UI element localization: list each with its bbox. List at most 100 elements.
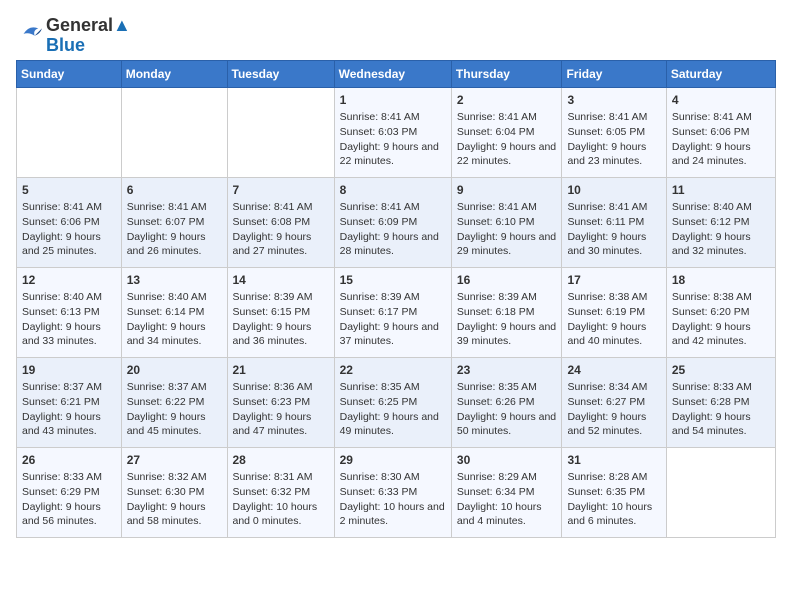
weekday-header: Monday xyxy=(121,60,227,87)
calendar-cell: 29Sunrise: 8:30 AM Sunset: 6:33 PM Dayli… xyxy=(334,447,451,537)
weekday-header: Sunday xyxy=(17,60,122,87)
calendar-week-row: 5Sunrise: 8:41 AM Sunset: 6:06 PM Daylig… xyxy=(17,177,776,267)
calendar-cell: 9Sunrise: 8:41 AM Sunset: 6:10 PM Daylig… xyxy=(451,177,562,267)
day-info: Sunrise: 8:29 AM Sunset: 6:34 PM Dayligh… xyxy=(457,470,557,529)
calendar-cell: 21Sunrise: 8:36 AM Sunset: 6:23 PM Dayli… xyxy=(227,357,334,447)
day-info: Sunrise: 8:41 AM Sunset: 6:06 PM Dayligh… xyxy=(22,200,116,259)
day-number: 1 xyxy=(340,92,446,109)
day-info: Sunrise: 8:38 AM Sunset: 6:19 PM Dayligh… xyxy=(567,290,660,349)
day-number: 24 xyxy=(567,362,660,379)
day-info: Sunrise: 8:41 AM Sunset: 6:10 PM Dayligh… xyxy=(457,200,557,259)
day-number: 22 xyxy=(340,362,446,379)
weekday-header: Friday xyxy=(562,60,666,87)
calendar-cell: 18Sunrise: 8:38 AM Sunset: 6:20 PM Dayli… xyxy=(666,267,775,357)
day-number: 13 xyxy=(127,272,222,289)
day-number: 23 xyxy=(457,362,557,379)
day-info: Sunrise: 8:35 AM Sunset: 6:26 PM Dayligh… xyxy=(457,380,557,439)
day-info: Sunrise: 8:33 AM Sunset: 6:29 PM Dayligh… xyxy=(22,470,116,529)
calendar-cell: 5Sunrise: 8:41 AM Sunset: 6:06 PM Daylig… xyxy=(17,177,122,267)
calendar-week-row: 19Sunrise: 8:37 AM Sunset: 6:21 PM Dayli… xyxy=(17,357,776,447)
day-number: 27 xyxy=(127,452,222,469)
day-number: 30 xyxy=(457,452,557,469)
calendar-cell: 31Sunrise: 8:28 AM Sunset: 6:35 PM Dayli… xyxy=(562,447,666,537)
calendar-cell: 1Sunrise: 8:41 AM Sunset: 6:03 PM Daylig… xyxy=(334,87,451,177)
day-info: Sunrise: 8:39 AM Sunset: 6:17 PM Dayligh… xyxy=(340,290,446,349)
day-info: Sunrise: 8:41 AM Sunset: 6:03 PM Dayligh… xyxy=(340,110,446,169)
day-number: 11 xyxy=(672,182,770,199)
day-number: 14 xyxy=(233,272,329,289)
calendar-week-row: 1Sunrise: 8:41 AM Sunset: 6:03 PM Daylig… xyxy=(17,87,776,177)
day-number: 19 xyxy=(22,362,116,379)
day-number: 6 xyxy=(127,182,222,199)
day-number: 15 xyxy=(340,272,446,289)
calendar-cell: 14Sunrise: 8:39 AM Sunset: 6:15 PM Dayli… xyxy=(227,267,334,357)
weekday-header: Saturday xyxy=(666,60,775,87)
day-info: Sunrise: 8:39 AM Sunset: 6:15 PM Dayligh… xyxy=(233,290,329,349)
calendar-cell: 16Sunrise: 8:39 AM Sunset: 6:18 PM Dayli… xyxy=(451,267,562,357)
day-number: 8 xyxy=(340,182,446,199)
calendar-cell: 11Sunrise: 8:40 AM Sunset: 6:12 PM Dayli… xyxy=(666,177,775,267)
calendar-table: SundayMondayTuesdayWednesdayThursdayFrid… xyxy=(16,60,776,538)
calendar-week-row: 12Sunrise: 8:40 AM Sunset: 6:13 PM Dayli… xyxy=(17,267,776,357)
logo-icon xyxy=(16,21,44,45)
day-info: Sunrise: 8:34 AM Sunset: 6:27 PM Dayligh… xyxy=(567,380,660,439)
day-number: 10 xyxy=(567,182,660,199)
calendar-cell xyxy=(227,87,334,177)
day-number: 12 xyxy=(22,272,116,289)
calendar-cell xyxy=(17,87,122,177)
calendar-cell xyxy=(121,87,227,177)
logo: General▲ Blue xyxy=(16,16,131,56)
day-number: 18 xyxy=(672,272,770,289)
day-info: Sunrise: 8:37 AM Sunset: 6:22 PM Dayligh… xyxy=(127,380,222,439)
day-number: 31 xyxy=(567,452,660,469)
day-number: 2 xyxy=(457,92,557,109)
day-info: Sunrise: 8:41 AM Sunset: 6:11 PM Dayligh… xyxy=(567,200,660,259)
weekday-header: Wednesday xyxy=(334,60,451,87)
calendar-cell: 20Sunrise: 8:37 AM Sunset: 6:22 PM Dayli… xyxy=(121,357,227,447)
day-number: 28 xyxy=(233,452,329,469)
calendar-cell: 30Sunrise: 8:29 AM Sunset: 6:34 PM Dayli… xyxy=(451,447,562,537)
day-info: Sunrise: 8:36 AM Sunset: 6:23 PM Dayligh… xyxy=(233,380,329,439)
calendar-cell: 19Sunrise: 8:37 AM Sunset: 6:21 PM Dayli… xyxy=(17,357,122,447)
day-info: Sunrise: 8:41 AM Sunset: 6:09 PM Dayligh… xyxy=(340,200,446,259)
calendar-cell: 27Sunrise: 8:32 AM Sunset: 6:30 PM Dayli… xyxy=(121,447,227,537)
day-info: Sunrise: 8:41 AM Sunset: 6:05 PM Dayligh… xyxy=(567,110,660,169)
calendar-cell: 25Sunrise: 8:33 AM Sunset: 6:28 PM Dayli… xyxy=(666,357,775,447)
calendar-cell: 22Sunrise: 8:35 AM Sunset: 6:25 PM Dayli… xyxy=(334,357,451,447)
calendar-cell: 8Sunrise: 8:41 AM Sunset: 6:09 PM Daylig… xyxy=(334,177,451,267)
calendar-cell: 4Sunrise: 8:41 AM Sunset: 6:06 PM Daylig… xyxy=(666,87,775,177)
calendar-cell: 24Sunrise: 8:34 AM Sunset: 6:27 PM Dayli… xyxy=(562,357,666,447)
day-info: Sunrise: 8:39 AM Sunset: 6:18 PM Dayligh… xyxy=(457,290,557,349)
day-number: 4 xyxy=(672,92,770,109)
day-info: Sunrise: 8:41 AM Sunset: 6:07 PM Dayligh… xyxy=(127,200,222,259)
calendar-cell: 3Sunrise: 8:41 AM Sunset: 6:05 PM Daylig… xyxy=(562,87,666,177)
day-number: 7 xyxy=(233,182,329,199)
calendar-cell: 10Sunrise: 8:41 AM Sunset: 6:11 PM Dayli… xyxy=(562,177,666,267)
day-info: Sunrise: 8:38 AM Sunset: 6:20 PM Dayligh… xyxy=(672,290,770,349)
day-info: Sunrise: 8:40 AM Sunset: 6:12 PM Dayligh… xyxy=(672,200,770,259)
day-number: 21 xyxy=(233,362,329,379)
day-info: Sunrise: 8:40 AM Sunset: 6:13 PM Dayligh… xyxy=(22,290,116,349)
day-number: 25 xyxy=(672,362,770,379)
calendar-cell: 2Sunrise: 8:41 AM Sunset: 6:04 PM Daylig… xyxy=(451,87,562,177)
day-number: 3 xyxy=(567,92,660,109)
day-number: 16 xyxy=(457,272,557,289)
day-info: Sunrise: 8:37 AM Sunset: 6:21 PM Dayligh… xyxy=(22,380,116,439)
day-number: 9 xyxy=(457,182,557,199)
day-info: Sunrise: 8:31 AM Sunset: 6:32 PM Dayligh… xyxy=(233,470,329,529)
day-number: 26 xyxy=(22,452,116,469)
calendar-cell xyxy=(666,447,775,537)
calendar-cell: 12Sunrise: 8:40 AM Sunset: 6:13 PM Dayli… xyxy=(17,267,122,357)
calendar-cell: 26Sunrise: 8:33 AM Sunset: 6:29 PM Dayli… xyxy=(17,447,122,537)
weekday-header: Thursday xyxy=(451,60,562,87)
calendar-cell: 6Sunrise: 8:41 AM Sunset: 6:07 PM Daylig… xyxy=(121,177,227,267)
day-info: Sunrise: 8:41 AM Sunset: 6:06 PM Dayligh… xyxy=(672,110,770,169)
day-number: 29 xyxy=(340,452,446,469)
calendar-cell: 7Sunrise: 8:41 AM Sunset: 6:08 PM Daylig… xyxy=(227,177,334,267)
day-info: Sunrise: 8:41 AM Sunset: 6:08 PM Dayligh… xyxy=(233,200,329,259)
day-number: 5 xyxy=(22,182,116,199)
page-header: General▲ Blue xyxy=(16,16,776,56)
calendar-cell: 15Sunrise: 8:39 AM Sunset: 6:17 PM Dayli… xyxy=(334,267,451,357)
day-info: Sunrise: 8:40 AM Sunset: 6:14 PM Dayligh… xyxy=(127,290,222,349)
calendar-cell: 23Sunrise: 8:35 AM Sunset: 6:26 PM Dayli… xyxy=(451,357,562,447)
